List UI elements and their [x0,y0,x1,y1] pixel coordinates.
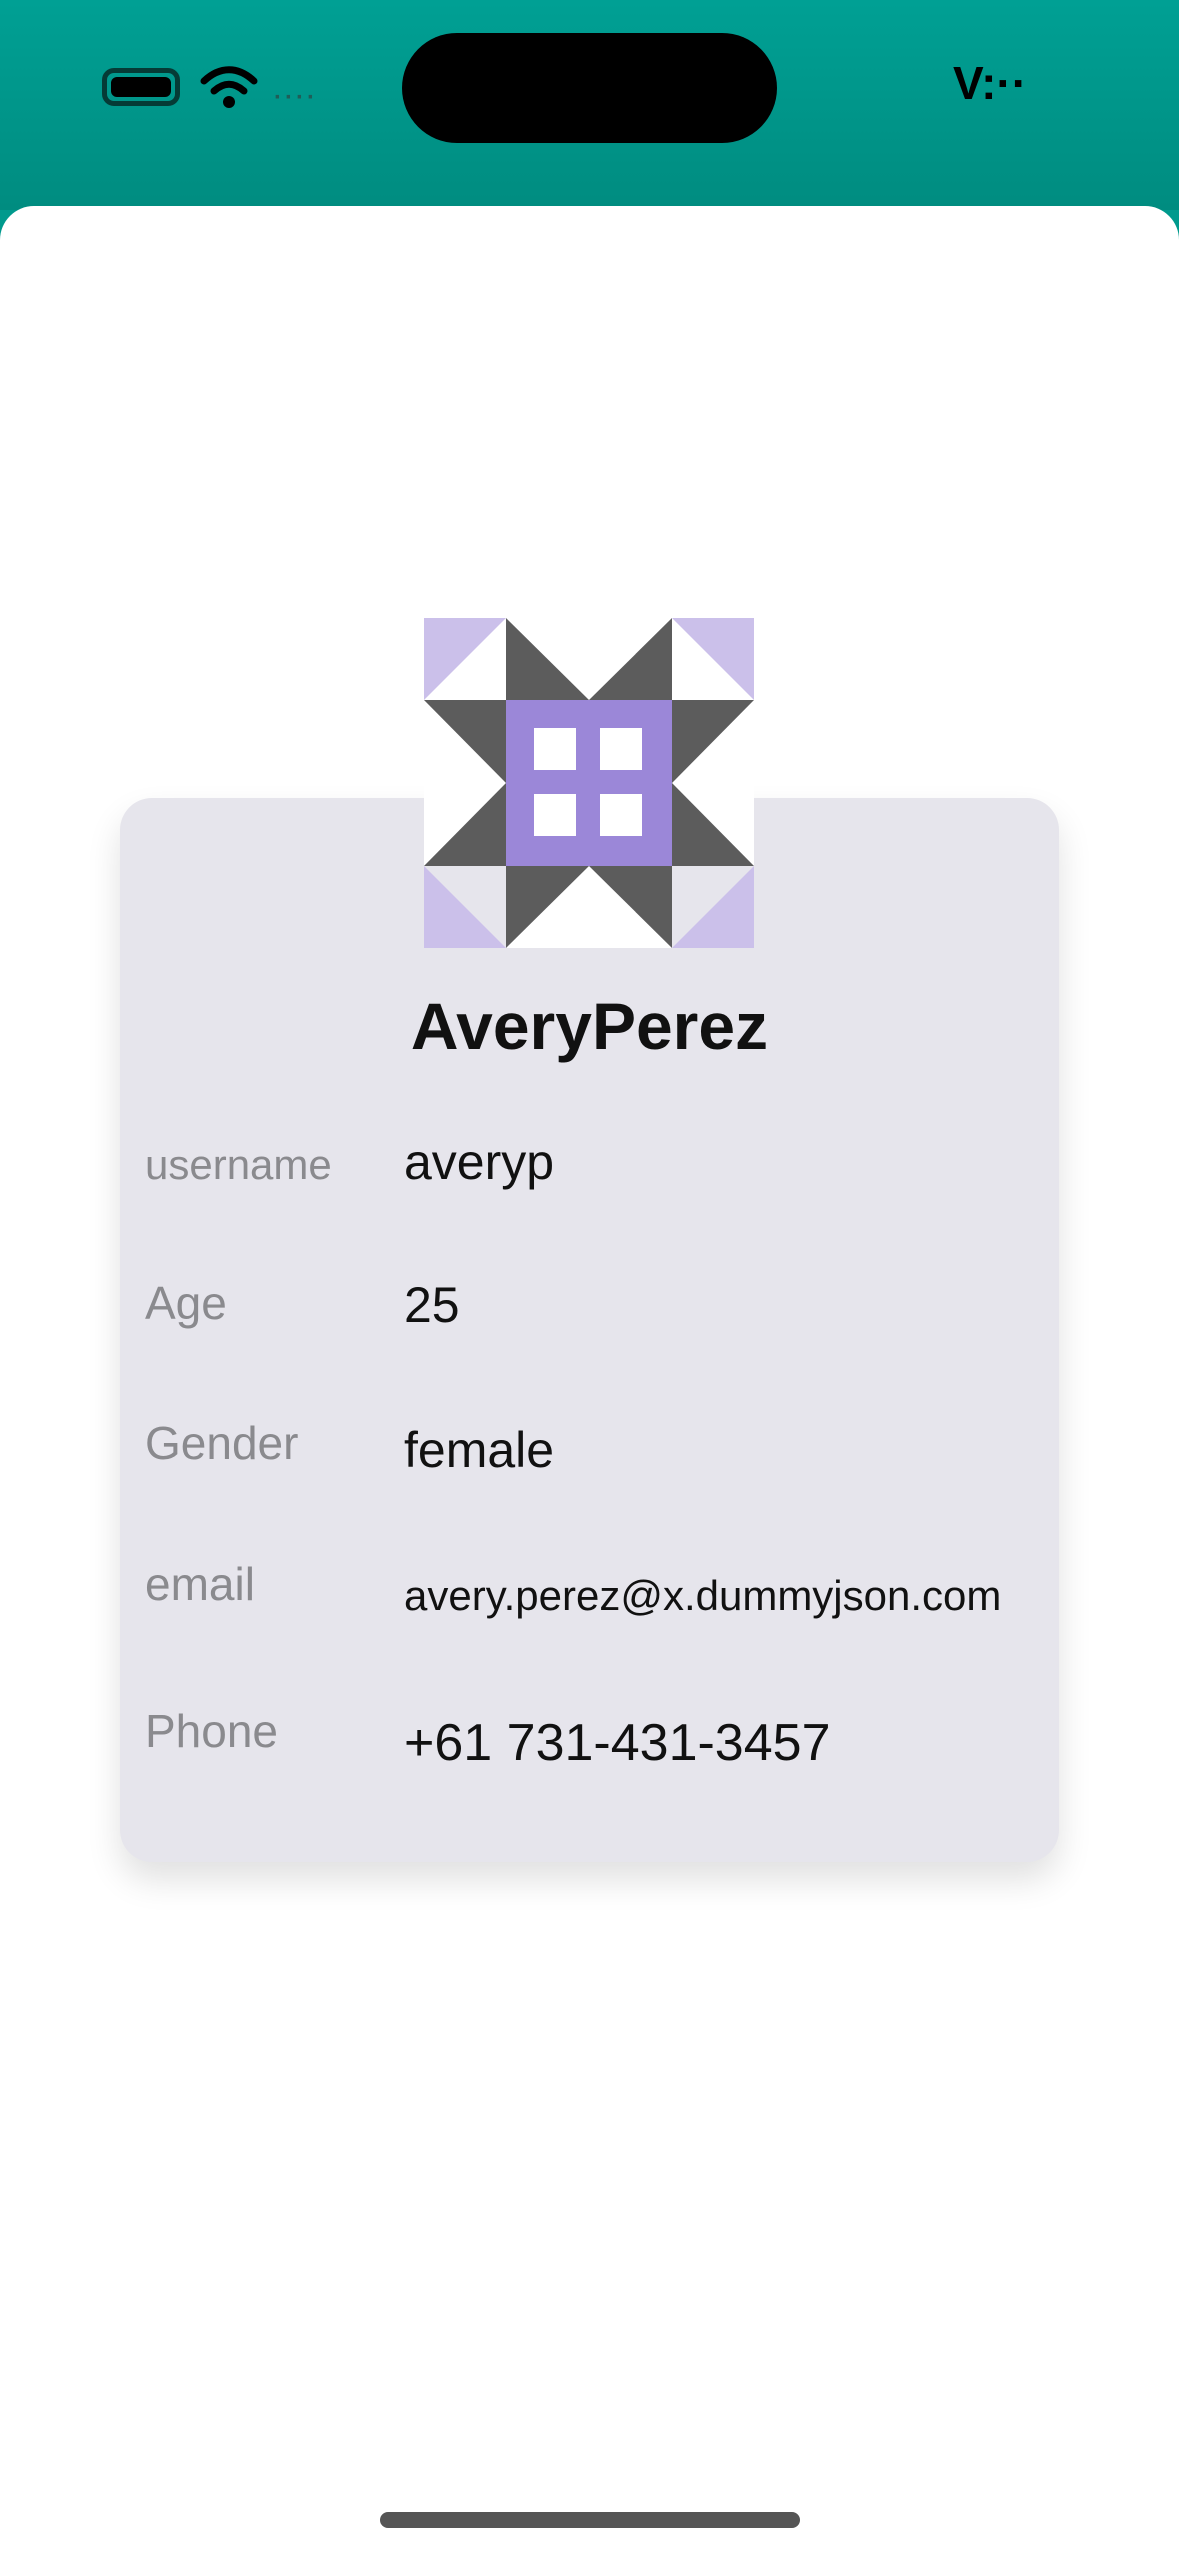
profile-full-name: AveryPerez [410,989,769,1063]
username-label: username [145,1141,332,1188]
age-value: 25 [404,1277,460,1333]
age-label: Age [145,1277,227,1329]
battery-level [111,77,171,97]
dynamic-island [402,33,777,143]
profile-card [120,798,1059,1862]
status-time: V:·· [952,57,1028,109]
status-bar: ···· V:·· [0,0,1179,210]
username-value: averyp [404,1134,555,1190]
phone-label: Phone [145,1705,279,1757]
home-indicator[interactable] [380,2512,800,2528]
cellular-icon: ···· [274,84,318,111]
email-value: avery.perez@x.dummyjson.com [404,1572,1002,1619]
battery-icon [102,68,180,106]
phone-value: +61 731-431-3457 [404,1714,831,1772]
gender-label: Gender [145,1417,299,1469]
identicon-avatar [424,618,754,948]
email-label: email [145,1558,255,1610]
wifi-icon [200,66,258,108]
gender-value: female [404,1422,555,1478]
